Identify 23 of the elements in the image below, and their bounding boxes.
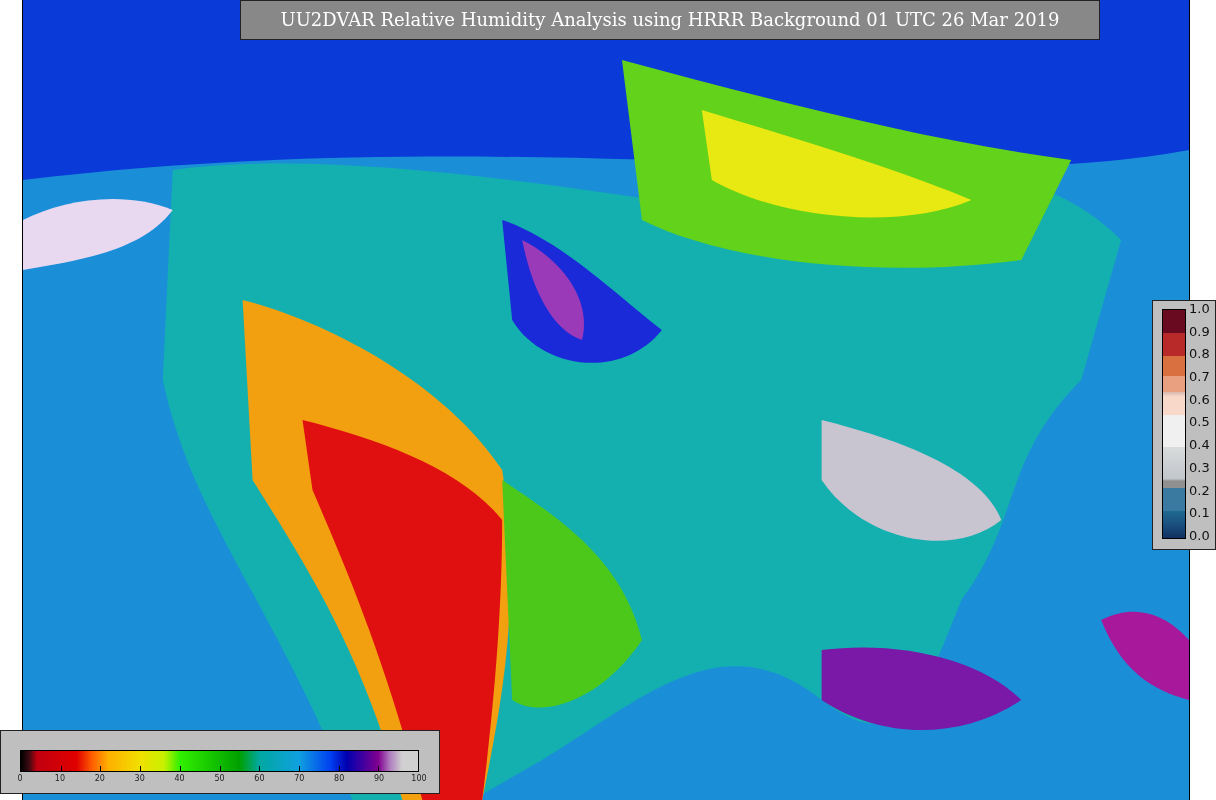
- colorbar-tick-label: 20: [94, 774, 105, 783]
- colorbar-tick-label: 0.7: [1189, 369, 1210, 385]
- colorbar-tick-label: 0.5: [1189, 414, 1210, 430]
- colorbar-tick-label: 0.6: [1189, 391, 1210, 407]
- colorbar-tick-label: 1.0: [1189, 301, 1210, 316]
- colorbar-tick-label: 10: [54, 774, 65, 783]
- colorbar-tick-label: 0.2: [1189, 482, 1210, 498]
- colorbar-tick-label: 60: [254, 774, 265, 783]
- colorbar-tick-label: 100: [411, 774, 427, 783]
- colorbar-tick-label: 80: [334, 774, 345, 783]
- colorbar-tick-label: 90: [374, 774, 385, 783]
- colorbar-tick-label: 0.0: [1189, 527, 1210, 543]
- map-title: UU2DVAR Relative Humidity Analysis using HRRR Background 01 UTC 26 Mar 2019: [240, 0, 1100, 40]
- colorbar-tick-label: 0.9: [1189, 323, 1210, 339]
- colorbar-tick-label: 0.4: [1189, 437, 1210, 453]
- colorbar-tick-label: 30: [134, 774, 145, 783]
- colorbar-tick-label: 0.8: [1189, 346, 1210, 362]
- colorbar-tick-label: 0.3: [1189, 459, 1210, 475]
- colorbar-tick-label: 70: [294, 774, 305, 783]
- colorbar-tick-label: 50: [214, 774, 225, 783]
- colorbar-tick-label: 0.1: [1189, 505, 1210, 521]
- colorbar-tick-label: 40: [174, 774, 185, 783]
- colorbar-tick-label: 0: [17, 774, 23, 783]
